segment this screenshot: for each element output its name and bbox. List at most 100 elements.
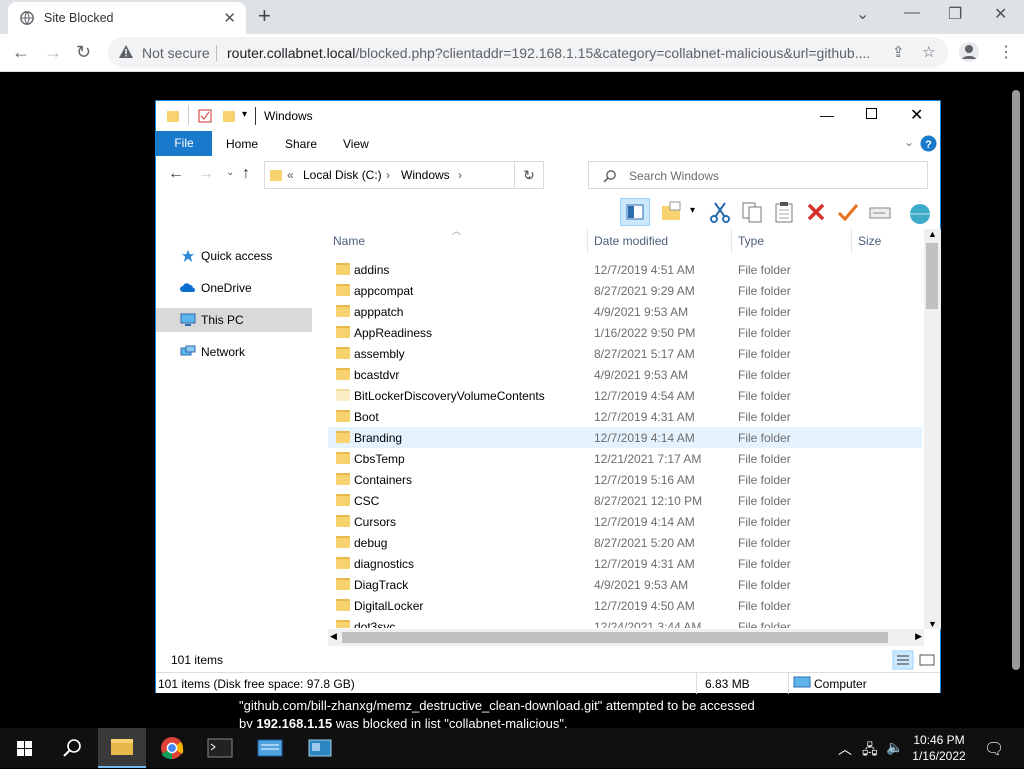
table-row[interactable]: CbsTemp 12/21/2021 7:17 AM File folder — [328, 448, 922, 469]
table-row[interactable]: diagnostics 12/7/2019 4:31 AM File folder — [328, 553, 922, 574]
windows-start-icon[interactable] — [0, 728, 48, 768]
column-header-size[interactable]: Size — [858, 234, 881, 248]
large-icons-view-icon[interactable] — [916, 650, 938, 670]
table-row[interactable]: BitLockerDiscoveryVolumeContents 12/7/201… — [328, 385, 922, 406]
scroll-down-icon[interactable]: ▼ — [928, 619, 937, 629]
server-manager-icon[interactable] — [246, 728, 294, 768]
horizontal-scroll-thumb[interactable] — [342, 632, 888, 643]
profile-icon[interactable] — [958, 41, 980, 67]
bookmark-star-icon[interactable]: ☆ — [922, 43, 935, 61]
breadcrumb-overflow[interactable]: « — [287, 168, 294, 182]
checkmark-icon[interactable] — [836, 200, 860, 224]
column-header-name[interactable]: Name — [333, 234, 365, 248]
up-icon[interactable]: ↑ — [242, 165, 250, 183]
table-row[interactable]: Containers 12/7/2019 5:16 AM File folder — [328, 469, 922, 490]
help-icon[interactable]: ? — [920, 135, 937, 152]
system-clock[interactable]: 10:46 PM 1/16/2022 — [904, 732, 974, 764]
page-scroll-thumb[interactable] — [1012, 90, 1020, 670]
forward-icon[interactable]: → — [44, 42, 62, 62]
properties-icon[interactable] — [198, 109, 212, 123]
close-icon[interactable]: ✕ — [910, 105, 923, 125]
horizontal-scrollbar[interactable]: ◀ ▶ — [328, 629, 924, 646]
new-item-icon[interactable] — [660, 200, 684, 224]
scroll-right-icon[interactable]: ▶ — [915, 631, 922, 642]
globe-icon[interactable] — [908, 200, 932, 224]
page-scrollbar[interactable] — [1007, 72, 1024, 732]
refresh-icon[interactable]: ↻ — [514, 161, 544, 189]
preview-pane-button[interactable] — [620, 198, 650, 226]
details-view-icon[interactable] — [892, 650, 914, 670]
breadcrumb-separator-icon[interactable]: › — [458, 168, 462, 182]
recent-locations-icon[interactable]: ⌄ — [226, 167, 234, 178]
breadcrumb[interactable]: « Local Disk (C:) › Windows › ⌄ ↻ — [264, 161, 544, 189]
minimize-icon[interactable]: — — [820, 107, 834, 123]
column-divider[interactable] — [731, 228, 732, 254]
drive-icon[interactable] — [868, 200, 892, 224]
table-row[interactable]: Branding 12/7/2019 4:14 AM File folder — [328, 427, 922, 448]
tab-view[interactable]: View — [343, 137, 369, 151]
table-row[interactable]: apppatch 4/9/2021 9:53 AM File folder — [328, 301, 922, 322]
maximize-icon[interactable] — [866, 108, 877, 119]
table-row[interactable]: DiagTrack 4/9/2021 9:53 AM File folder — [328, 574, 922, 595]
table-row[interactable]: CSC 8/27/2021 12:10 PM File folder — [328, 490, 922, 511]
nav-item-quick-access[interactable]: Quick access — [156, 244, 312, 268]
table-row[interactable]: debug 8/27/2021 5:20 AM File folder — [328, 532, 922, 553]
terminal-icon[interactable] — [196, 728, 244, 768]
nav-item-network[interactable]: Network — [156, 340, 312, 364]
table-row[interactable]: DigitalLocker 12/7/2019 4:50 AM File folde… — [328, 595, 922, 616]
url-text[interactable]: router.collabnet.local/blocked.php?clien… — [227, 45, 887, 61]
delete-icon[interactable] — [804, 200, 828, 224]
new-tab-icon[interactable]: + — [258, 4, 271, 28]
table-row[interactable]: assembly 8/27/2021 5:17 AM File folder — [328, 343, 922, 364]
table-row[interactable]: Boot 12/7/2019 4:31 AM File folder — [328, 406, 922, 427]
tab-share[interactable]: Share — [285, 137, 317, 151]
back-icon[interactable]: ← — [12, 42, 30, 62]
chrome-icon[interactable] — [148, 728, 196, 768]
table-row[interactable]: bcastdvr 4/9/2021 9:53 AM File folder — [328, 364, 922, 385]
chevron-up-icon[interactable]: ︿ — [838, 739, 852, 759]
vertical-scrollbar[interactable]: ▲ ▼ — [924, 229, 941, 629]
taskbar-explorer[interactable] — [98, 728, 146, 768]
menu-dots-icon[interactable]: ⋮ — [998, 42, 1014, 62]
table-row[interactable]: AppReadiness 1/16/2022 9:50 PM File folder — [328, 322, 922, 343]
table-row[interactable]: dot3svc 12/24/2021 3:44 AM File folder — [328, 616, 922, 628]
close-icon[interactable]: ✕ — [994, 4, 1007, 24]
back-icon[interactable]: ← — [168, 165, 184, 183]
minimize-icon[interactable]: — — [904, 4, 920, 22]
chevron-down-icon[interactable]: ⌄ — [856, 4, 869, 24]
volume-icon[interactable]: 🔈 — [886, 739, 903, 756]
quick-access-dropdown-icon[interactable]: ▾ — [242, 109, 247, 120]
copy-icon[interactable] — [740, 200, 764, 224]
tab-close-icon[interactable]: ✕ — [223, 9, 236, 27]
table-row[interactable]: addins 12/7/2019 4:51 AM File folder — [328, 259, 922, 280]
cut-icon[interactable] — [708, 200, 732, 224]
new-folder-icon[interactable] — [222, 109, 236, 123]
table-row[interactable]: appcompat 8/27/2021 9:29 AM File folder — [328, 280, 922, 301]
table-row[interactable]: Cursors 12/7/2019 4:14 AM File folder — [328, 511, 922, 532]
browser-tab[interactable]: Site Blocked ✕ — [8, 2, 246, 34]
notifications-icon[interactable]: 🗨 — [984, 739, 1004, 759]
search-input[interactable]: Search Windows — [588, 161, 928, 189]
breadcrumb-item-local-disk[interactable]: Local Disk (C:) — [303, 168, 382, 182]
network-icon[interactable]: 🖧 — [862, 739, 878, 763]
address-bar[interactable]: Not secure router.collabnet.local/blocke… — [108, 37, 948, 68]
scroll-up-icon[interactable]: ▲ — [928, 229, 937, 239]
nav-item-this-pc[interactable]: This PC — [156, 308, 312, 332]
scroll-left-icon[interactable]: ◀ — [330, 631, 337, 642]
reload-icon[interactable]: ↻ — [76, 42, 91, 62]
forward-icon[interactable]: → — [198, 165, 214, 183]
vertical-scroll-thumb[interactable] — [926, 243, 938, 309]
tab-home[interactable]: Home — [226, 137, 258, 151]
not-secure-label[interactable]: Not secure — [142, 45, 210, 61]
column-header-type[interactable]: Type — [738, 234, 764, 248]
column-divider[interactable] — [851, 228, 852, 254]
search-icon[interactable] — [48, 728, 96, 768]
paste-icon[interactable] — [772, 200, 796, 224]
tab-file[interactable]: File — [156, 131, 212, 156]
nav-item-onedrive[interactable]: OneDrive — [156, 276, 312, 300]
expand-ribbon-icon[interactable]: ⌄ — [904, 135, 914, 149]
breadcrumb-separator-icon[interactable]: › — [386, 168, 390, 182]
restore-icon[interactable]: ❐ — [948, 4, 962, 24]
column-divider[interactable] — [587, 228, 588, 254]
share-icon[interactable]: ⇪ — [892, 43, 905, 61]
